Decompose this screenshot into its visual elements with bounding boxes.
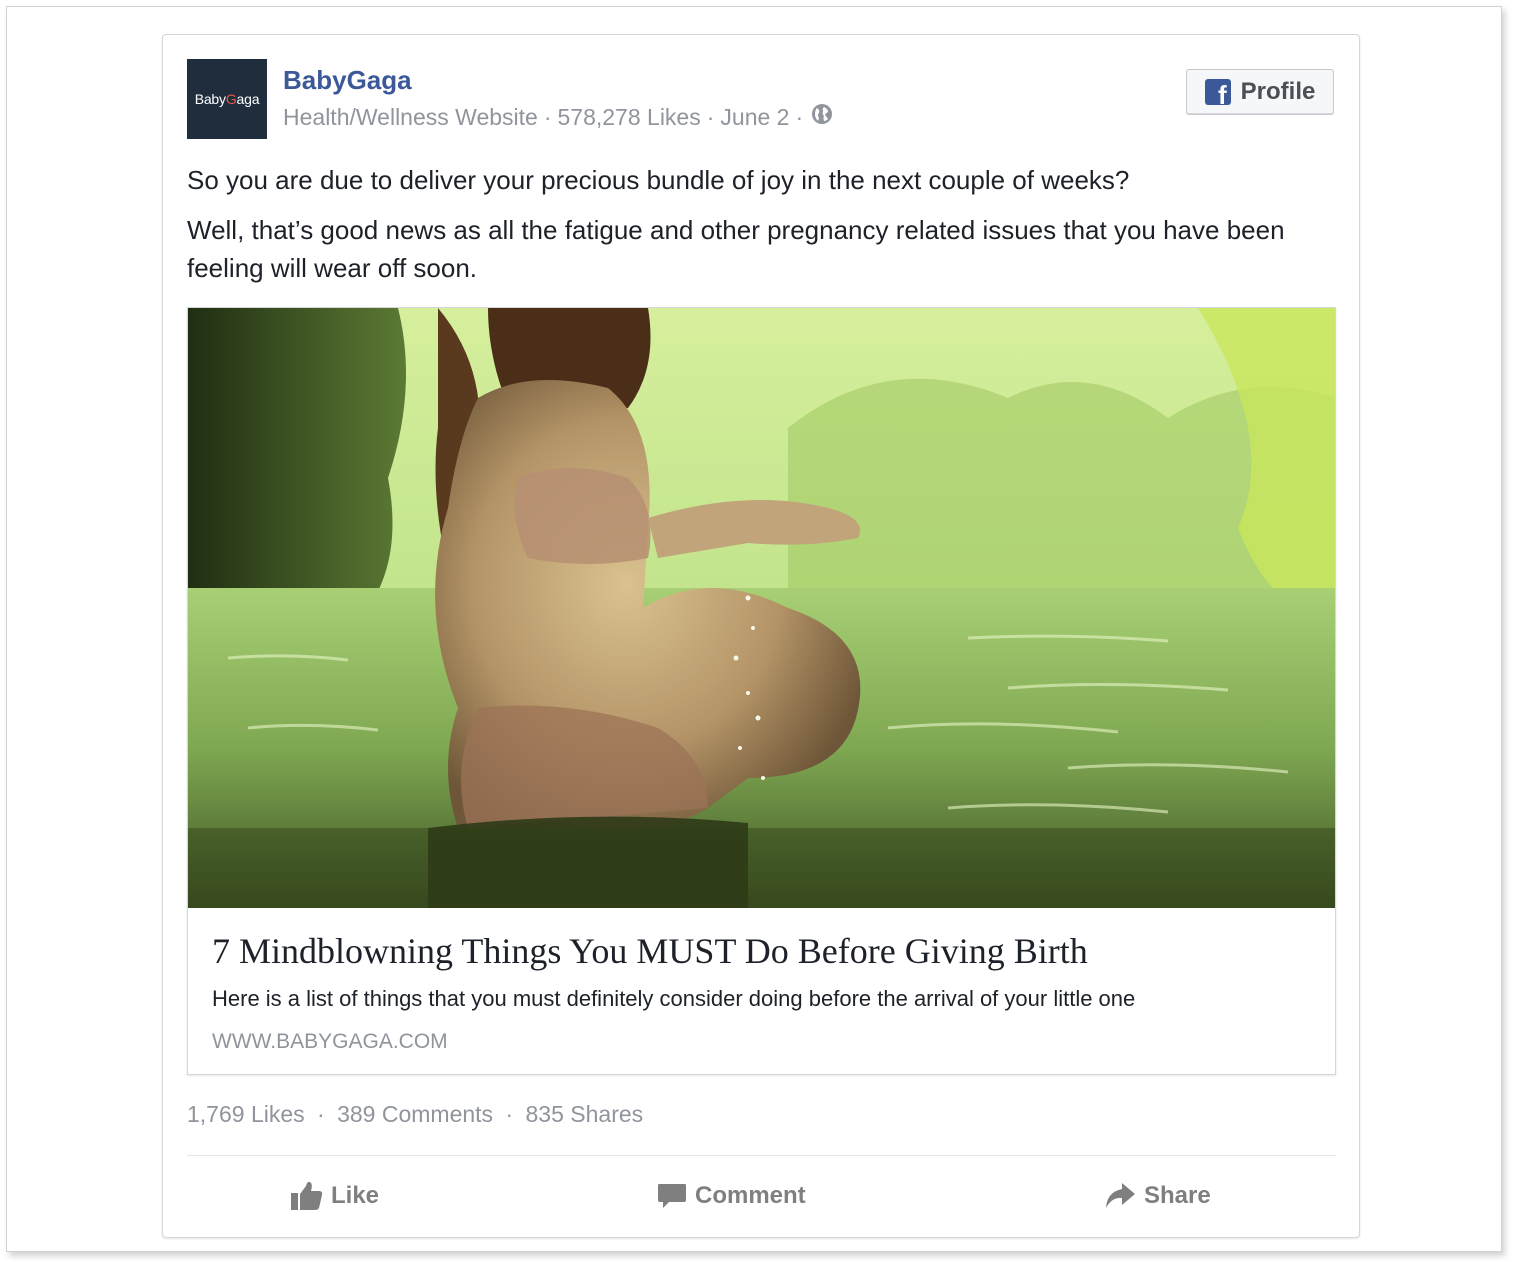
comment-button[interactable]: Comment bbox=[657, 1178, 806, 1214]
page-likes-count[interactable]: 578,278 Likes bbox=[558, 104, 701, 131]
thumbs-up-icon bbox=[291, 1181, 323, 1210]
comment-button-label: Comment bbox=[695, 1182, 806, 1209]
likes-count[interactable]: 1,769 Likes bbox=[187, 1101, 305, 1127]
comments-count[interactable]: 389 Comments bbox=[337, 1101, 493, 1127]
actions-divider bbox=[187, 1155, 1336, 1156]
profile-button[interactable]: f Profile bbox=[1186, 69, 1334, 115]
page-avatar[interactable]: BabyGaga bbox=[187, 59, 267, 139]
post-text-paragraph: Well, that’s good news as all the fatigu… bbox=[187, 215, 1285, 283]
meta-separator: · bbox=[795, 103, 804, 130]
post-card: BabyGaga BabyGaga Health/Wellness Websit… bbox=[162, 34, 1360, 1238]
link-preview-card[interactable]: 7 Mindblowning Things You MUST Do Before… bbox=[187, 307, 1336, 1075]
shares-count[interactable]: 835 Shares bbox=[526, 1101, 644, 1127]
counts-separator: · bbox=[317, 1101, 325, 1127]
engagement-counts: 1,769 Likes · 389 Comments · 835 Shares bbox=[187, 1101, 643, 1128]
share-arrow-icon bbox=[1106, 1183, 1135, 1208]
post-text: So you are due to deliver your precious … bbox=[187, 161, 1337, 299]
speech-bubble-icon bbox=[658, 1184, 686, 1208]
page-category: Health/Wellness Website bbox=[283, 103, 538, 130]
post-text-paragraph: So you are due to deliver your precious … bbox=[187, 165, 1130, 195]
like-button-label: Like bbox=[331, 1182, 380, 1209]
link-description: Here is a list of things that you must d… bbox=[212, 986, 1136, 1011]
facebook-icon: f bbox=[1204, 79, 1231, 108]
meta-separator: · bbox=[543, 103, 552, 130]
meta-separator: · bbox=[706, 103, 715, 130]
post-meta: Health/Wellness Website · 578,278 Likes … bbox=[283, 103, 833, 131]
counts-separator: · bbox=[505, 1101, 514, 1127]
link-domain: WWW.BABYGAGA.COM bbox=[212, 1030, 448, 1053]
link-preview-image[interactable] bbox=[188, 308, 1335, 908]
screenshot-frame: BabyGaga BabyGaga Health/Wellness Websit… bbox=[6, 6, 1502, 1252]
post-date[interactable]: June 2 bbox=[720, 104, 789, 131]
share-button[interactable]: Share bbox=[1104, 1178, 1211, 1214]
share-button-label: Share bbox=[1144, 1182, 1211, 1209]
link-title[interactable]: 7 Mindblowning Things You MUST Do Before… bbox=[212, 930, 1088, 972]
avatar-logo-text: BabyGaga bbox=[194, 91, 260, 107]
profile-button-label: Profile bbox=[1240, 78, 1316, 105]
page-name-link[interactable]: BabyGaga bbox=[283, 65, 412, 96]
like-button[interactable]: Like bbox=[291, 1178, 379, 1214]
globe-icon[interactable] bbox=[811, 103, 833, 131]
hero-photo-pregnant-woman-in-river bbox=[188, 308, 1335, 908]
